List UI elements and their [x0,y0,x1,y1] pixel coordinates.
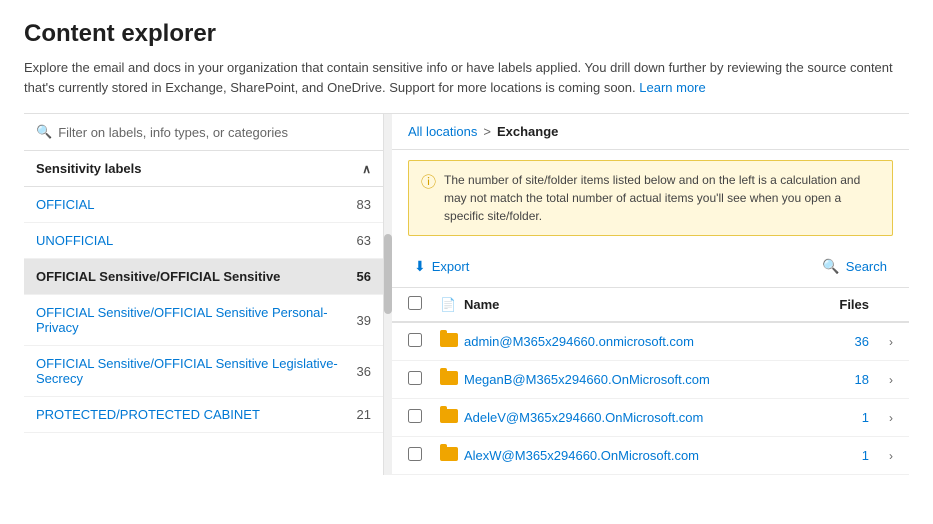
label-name: OFFICIAL Sensitive/OFFICIAL Sensitive Le… [36,356,357,386]
learn-more-link[interactable]: Learn more [639,80,705,95]
label-item-official[interactable]: OFFICIAL 83 [24,187,383,223]
row-folder-icon [440,371,464,388]
page-title: Content explorer [24,20,909,48]
label-item-unofficial[interactable]: UNOFFICIAL 63 [24,223,383,259]
label-name: OFFICIAL [36,197,95,212]
file-icon: 📄 [440,297,456,312]
folder-icon [440,447,458,461]
filter-search-icon: 🔍 [36,124,52,140]
toolbar: ⬇ Export 🔍 Search [392,246,909,288]
label-count: 83 [357,197,371,212]
label-name: UNOFFICIAL [36,233,113,248]
row-checkbox[interactable] [408,409,422,423]
table-row[interactable]: MeganB@M365x294660.OnMicrosoft.com 18 › [392,361,909,399]
sensitivity-labels-header: Sensitivity labels ∧ [24,151,383,187]
filter-placeholder: Filter on labels, info types, or categor… [58,125,288,140]
folder-icon [440,371,458,385]
table-row[interactable]: AdeleV@M365x294660.OnMicrosoft.com 1 › [392,399,909,437]
breadcrumb-separator: > [483,124,491,139]
row-checkbox[interactable] [408,447,422,461]
scrollbar-track[interactable] [384,114,392,475]
row-checkbox-4[interactable] [408,447,440,464]
filter-bar[interactable]: 🔍 Filter on labels, info types, or categ… [24,114,383,151]
row-folder-icon [440,447,464,464]
label-name: OFFICIAL Sensitive/OFFICIAL Sensitive Pe… [36,305,357,335]
breadcrumb: All locations > Exchange [392,114,909,150]
export-icon: ⬇ [414,258,426,275]
table-header: 📄 Name Files [392,288,909,323]
row-checkbox-2[interactable] [408,371,440,388]
row-arrow: › [869,373,893,387]
label-count: 63 [357,233,371,248]
breadcrumb-all-locations[interactable]: All locations [408,124,477,139]
export-label: Export [432,259,470,274]
header-check [408,296,440,313]
info-banner: ⓘ The number of site/folder items listed… [408,160,893,236]
row-arrow: › [869,449,893,463]
scrollbar-thumb[interactable] [384,234,392,314]
file-table: 📄 Name Files admin@M365x294660.onmicroso… [392,288,909,475]
row-name: MeganB@M365x294660.OnMicrosoft.com [464,372,789,387]
folder-icon [440,333,458,347]
breadcrumb-current: Exchange [497,124,558,139]
row-checkbox[interactable] [408,371,422,385]
export-button[interactable]: ⬇ Export [408,254,475,279]
label-item-official-sensitive[interactable]: OFFICIAL Sensitive/OFFICIAL Sensitive 56 [24,259,383,295]
row-folder-icon [440,409,464,426]
folder-icon [440,409,458,423]
row-files: 36 [789,334,869,349]
row-name: AlexW@M365x294660.OnMicrosoft.com [464,448,789,463]
search-label: Search [846,259,887,274]
table-row[interactable]: AlexW@M365x294660.OnMicrosoft.com 1 › [392,437,909,475]
info-icon: ⓘ [421,172,436,195]
label-count: 36 [357,364,371,379]
search-icon: 🔍 [822,258,839,275]
row-checkbox-1[interactable] [408,333,440,350]
col-name-header: Name [464,297,789,312]
label-item-official-sensitive-legislative[interactable]: OFFICIAL Sensitive/OFFICIAL Sensitive Le… [24,346,383,397]
info-banner-text: The number of site/folder items listed b… [444,171,880,225]
header-file-icon-col: 📄 [440,297,464,313]
row-arrow: › [869,411,893,425]
label-count: 21 [357,407,371,422]
row-folder-icon [440,333,464,350]
select-all-checkbox[interactable] [408,296,422,310]
label-list: OFFICIAL 83 UNOFFICIAL 63 OFFICIAL Sensi… [24,187,383,475]
row-arrow: › [869,335,893,349]
row-files: 18 [789,372,869,387]
table-row[interactable]: admin@M365x294660.onmicrosoft.com 36 › [392,323,909,361]
label-count: 56 [357,269,371,284]
label-item-protected-cabinet[interactable]: PROTECTED/PROTECTED CABINET 21 [24,397,383,433]
section-title: Sensitivity labels [36,161,142,176]
label-count: 39 [357,313,371,328]
row-checkbox[interactable] [408,333,422,347]
col-files-header: Files [789,297,869,312]
search-button[interactable]: 🔍 Search [816,254,893,279]
row-name: AdeleV@M365x294660.OnMicrosoft.com [464,410,789,425]
row-checkbox-3[interactable] [408,409,440,426]
row-files: 1 [789,448,869,463]
row-name: admin@M365x294660.onmicrosoft.com [464,334,789,349]
chevron-up-icon[interactable]: ∧ [362,162,371,176]
label-name: OFFICIAL Sensitive/OFFICIAL Sensitive [36,269,280,284]
label-item-official-sensitive-personal[interactable]: OFFICIAL Sensitive/OFFICIAL Sensitive Pe… [24,295,383,346]
page-description: Explore the email and docs in your organ… [24,58,909,97]
row-files: 1 [789,410,869,425]
label-name: PROTECTED/PROTECTED CABINET [36,407,260,422]
